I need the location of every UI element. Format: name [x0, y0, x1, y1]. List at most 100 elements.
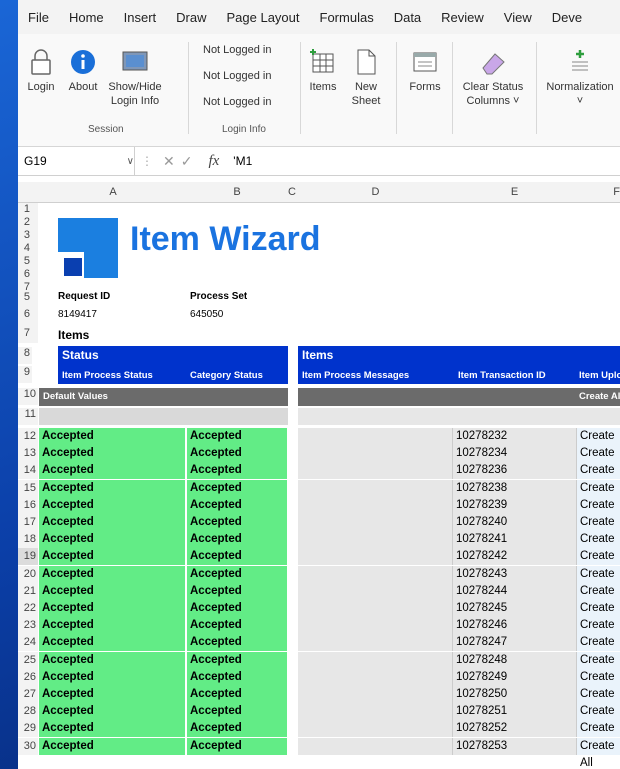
row-number[interactable]: 18	[18, 531, 38, 549]
item-process-status-cell[interactable]: Accepted	[39, 634, 186, 652]
row-number[interactable]: 24	[18, 634, 38, 652]
item-transaction-id-cell[interactable]: 10278242	[453, 548, 576, 566]
item-process-messages-cell[interactable]	[298, 548, 453, 566]
category-status-cell[interactable]: Accepted	[187, 462, 287, 480]
item-process-status-cell[interactable]: Accepted	[39, 686, 186, 703]
menu-insert[interactable]: Insert	[114, 10, 167, 25]
formula-input[interactable]: 'M1	[233, 154, 252, 168]
item-upload-cell[interactable]: Create All	[576, 737, 620, 769]
item-process-messages-cell[interactable]	[298, 651, 453, 669]
item-process-status-cell[interactable]: Accepted	[39, 737, 186, 755]
category-status-cell[interactable]: Accepted	[187, 496, 287, 514]
item-transaction-id-cell[interactable]: 10278251	[453, 703, 576, 721]
item-process-messages-cell[interactable]	[298, 462, 453, 480]
column-header-c[interactable]: C	[286, 182, 298, 202]
request-id-value[interactable]: 8149417	[58, 309, 97, 320]
item-process-status-header[interactable]: Item Process Status	[62, 370, 153, 381]
row-number[interactable]: 14	[18, 462, 38, 480]
item-upload-cell[interactable]: Create All	[576, 445, 620, 476]
item-process-status-cell[interactable]: Accepted	[39, 720, 186, 738]
item-process-messages-cell[interactable]	[298, 600, 453, 617]
category-status-cell[interactable]: Accepted	[187, 668, 287, 686]
item-process-status-cell[interactable]: Accepted	[39, 600, 186, 617]
item-upload-cell[interactable]: Create All	[576, 720, 620, 751]
row-number[interactable]: 23	[18, 617, 38, 635]
item-process-messages-cell[interactable]	[298, 496, 453, 514]
category-status-cell[interactable]: Accepted	[187, 548, 287, 566]
item-transaction-id-cell[interactable]: 10278253	[453, 737, 576, 755]
item-process-messages-cell[interactable]	[298, 582, 453, 600]
item-transaction-id-cell[interactable]: 10278245	[453, 600, 576, 617]
item-transaction-id-cell[interactable]: 10278236	[453, 462, 576, 480]
item-process-status-cell[interactable]: Accepted	[39, 668, 186, 686]
category-status-cell[interactable]: Accepted	[187, 634, 287, 652]
category-status-cell[interactable]: Accepted	[187, 600, 287, 617]
menu-page-layout[interactable]: Page Layout	[217, 10, 310, 25]
menu-review[interactable]: Review	[431, 10, 494, 25]
item-process-status-cell[interactable]: Accepted	[39, 445, 186, 463]
item-process-messages-cell[interactable]	[298, 617, 453, 635]
row-number[interactable]: 16	[18, 496, 38, 514]
category-status-cell[interactable]: Accepted	[187, 445, 287, 463]
column-header-a[interactable]: A	[38, 182, 188, 202]
item-transaction-id-header[interactable]: Item Transaction ID	[458, 370, 546, 381]
item-upload-cell[interactable]: Create All	[576, 600, 620, 631]
menu-home[interactable]: Home	[59, 10, 114, 25]
item-transaction-id-cell[interactable]: 10278252	[453, 720, 576, 738]
item-process-status-cell[interactable]: Accepted	[39, 428, 186, 445]
row-number[interactable]: 17	[18, 514, 38, 531]
item-process-messages-cell[interactable]	[298, 479, 453, 497]
item-upload-cell[interactable]: Create All	[576, 668, 620, 700]
item-process-status-cell[interactable]: Accepted	[39, 617, 186, 635]
menu-file[interactable]: File	[18, 10, 59, 25]
item-process-status-cell[interactable]: Accepted	[39, 462, 186, 480]
name-box[interactable]: G19 ∨	[18, 147, 135, 175]
row-number[interactable]: 29	[18, 720, 38, 738]
item-upload-cell[interactable]: Create All	[576, 479, 620, 511]
item-upload-cell[interactable]: Create All	[576, 462, 620, 493]
item-process-messages-cell[interactable]	[298, 445, 453, 463]
item-transaction-id-cell[interactable]: 10278248	[453, 651, 576, 669]
item-transaction-id-cell[interactable]: 10278234	[453, 445, 576, 463]
process-set-value[interactable]: 645050	[190, 309, 223, 320]
item-process-messages-cell[interactable]	[298, 703, 453, 721]
item-upload-cell[interactable]: Create All	[576, 548, 620, 579]
item-transaction-id-cell[interactable]: 10278243	[453, 565, 576, 583]
menu-view[interactable]: View	[494, 10, 542, 25]
drag-handle-icon[interactable]: ⋮	[135, 154, 153, 168]
item-transaction-id-cell[interactable]: 10278238	[453, 479, 576, 497]
item-process-messages-cell[interactable]	[298, 668, 453, 686]
row-number[interactable]: 20	[18, 565, 38, 583]
row-number[interactable]: 21	[18, 582, 38, 600]
item-process-status-cell[interactable]: Accepted	[39, 479, 186, 497]
item-process-messages-cell[interactable]	[298, 565, 453, 583]
column-header-f[interactable]: F	[576, 182, 620, 202]
create-all-default[interactable]: Create All	[579, 391, 620, 402]
category-status-cell[interactable]: Accepted	[187, 737, 287, 755]
category-status-cell[interactable]: Accepted	[187, 617, 287, 635]
column-header-d[interactable]: D	[298, 182, 453, 202]
item-process-status-cell[interactable]: Accepted	[39, 565, 186, 583]
item-upload-header[interactable]: Item Uploa	[579, 370, 620, 381]
category-status-cell[interactable]: Accepted	[187, 582, 287, 600]
menu-data[interactable]: Data	[384, 10, 431, 25]
row-number[interactable]: 25	[18, 651, 38, 669]
normalization-button[interactable]: Normalization ˅	[540, 48, 620, 108]
forms-button[interactable]: Forms	[406, 48, 444, 94]
item-process-status-cell[interactable]: Accepted	[39, 514, 186, 531]
row-number[interactable]: 19	[18, 548, 38, 566]
cancel-confirm-icons[interactable]: ✕✓	[153, 153, 208, 170]
item-transaction-id-cell[interactable]: 10278246	[453, 617, 576, 635]
menu-developer[interactable]: Deve	[542, 10, 592, 25]
clear-status-columns-button[interactable]: Clear Status Columns ˅	[458, 48, 528, 108]
row-number[interactable]: 15	[18, 479, 38, 497]
item-transaction-id-cell[interactable]: 10278249	[453, 668, 576, 686]
category-status-cell[interactable]: Accepted	[187, 479, 287, 497]
function-icon[interactable]: fx	[208, 153, 233, 170]
category-status-cell[interactable]: Accepted	[187, 686, 287, 703]
item-process-messages-header[interactable]: Item Process Messages	[302, 370, 409, 381]
about-button[interactable]: About	[66, 48, 100, 94]
item-process-messages-cell[interactable]	[298, 531, 453, 549]
item-transaction-id-cell[interactable]: 10278232	[453, 428, 576, 445]
item-process-status-cell[interactable]: Accepted	[39, 651, 186, 669]
